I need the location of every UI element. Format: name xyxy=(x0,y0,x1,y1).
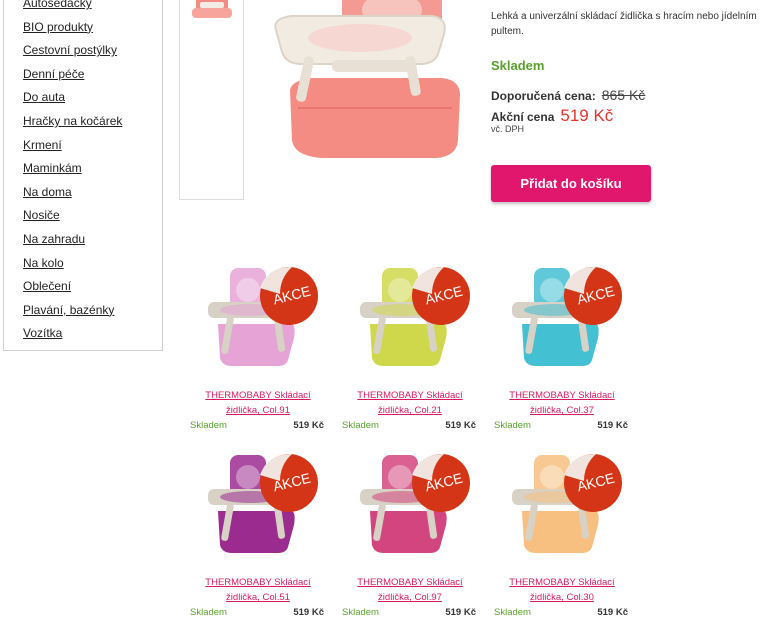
sidebar-item-link[interactable]: Krmení xyxy=(23,138,62,152)
sidebar-item: Cestovní postýlky xyxy=(23,38,162,62)
vat-note: vč. DPH xyxy=(491,124,525,134)
product-card[interactable]: AKCE THERMOBABY Skládací židlička, Col.97… xyxy=(340,445,480,620)
product-card-stock: Skladem xyxy=(494,420,531,431)
stock-status: Skladem xyxy=(491,58,545,73)
sale-price-label: Akční cena xyxy=(491,110,555,124)
sidebar-item: Do auta xyxy=(23,85,162,109)
sidebar-item: BIO produkty xyxy=(23,15,162,39)
sale-badge: AKCE xyxy=(564,266,622,325)
product-thumbnail-strip xyxy=(179,0,244,200)
product-card-title[interactable]: THERMOBABY Skládací židlička, Col.30 xyxy=(492,575,632,605)
product-main-image xyxy=(274,0,460,158)
sidebar-item-link[interactable]: Do auta xyxy=(23,90,65,104)
product-card[interactable]: AKCE THERMOBABY Skládací židlička, Col.21… xyxy=(340,258,480,433)
sidebar-item-link[interactable]: BIO produkty xyxy=(23,20,93,34)
product-thumbnail[interactable] xyxy=(188,0,236,24)
sidebar-item: Na zahradu xyxy=(23,227,162,251)
product-card-image[interactable]: AKCE xyxy=(188,445,328,565)
product-card-title[interactable]: THERMOBABY Skládací židlička, Col.51 xyxy=(188,575,328,605)
sidebar-item: Na doma xyxy=(23,180,162,204)
product-description: Lehká a univerzální skládací židlička s … xyxy=(491,11,757,37)
product-card[interactable]: AKCE THERMOBABY Skládací židlička, Col.91… xyxy=(188,258,328,433)
sidebar-item: Denní péče xyxy=(23,62,162,86)
product-card-image[interactable]: AKCE xyxy=(188,258,328,378)
product-card-price: 519 Kč xyxy=(597,607,628,618)
product-card-title[interactable]: THERMOBABY Skládací židlička, Col.91 xyxy=(188,388,328,418)
sidebar-item: Hračky na kočárek xyxy=(23,109,162,133)
product-card-price: 519 Kč xyxy=(445,607,476,618)
product-card-price: 519 Kč xyxy=(293,420,324,431)
sidebar-item: Vozítka xyxy=(23,321,162,345)
sidebar-item-link[interactable]: Oblečení xyxy=(23,279,71,293)
product-card-stock: Skladem xyxy=(190,420,227,431)
product-card-image[interactable]: AKCE xyxy=(492,445,632,565)
sale-badge: AKCE xyxy=(260,453,318,512)
product-card-stock: Skladem xyxy=(494,607,531,618)
sidebar-item-link[interactable]: Vozítka xyxy=(23,326,62,340)
product-card-price: 519 Kč xyxy=(293,607,324,618)
recommended-price-row: Doporučená cena: 865 Kč xyxy=(491,87,645,103)
product-card-image[interactable]: AKCE xyxy=(492,258,632,378)
product-card-image[interactable]: AKCE xyxy=(340,258,480,378)
category-sidebar: Autosedačky BIO produkty Cestovní postýlky… xyxy=(3,0,163,351)
sidebar-item-link[interactable]: Nosiče xyxy=(23,208,60,222)
sale-price: 519 Kč xyxy=(560,106,614,125)
sale-badge: AKCE xyxy=(412,266,470,325)
sidebar-item-link[interactable]: Hračky na kočárek xyxy=(23,114,122,128)
product-card-stock: Skladem xyxy=(342,607,379,618)
sale-price-row: Akční cena 519 Kč xyxy=(491,106,613,126)
sidebar-item: Krmení xyxy=(23,133,162,157)
sidebar-item-link[interactable]: Na doma xyxy=(23,185,72,199)
recommended-price-label: Doporučená cena: xyxy=(491,89,596,103)
add-to-cart-button[interactable]: Přidat do košíku xyxy=(491,165,651,202)
sale-badge: AKCE xyxy=(564,453,622,512)
sidebar-item-link[interactable]: Denní péče xyxy=(23,67,84,81)
sidebar-item: Oblečení xyxy=(23,274,162,298)
product-card[interactable]: AKCE THERMOBABY Skládací židlička, Col.30… xyxy=(492,445,632,620)
sidebar-item: Na kolo xyxy=(23,251,162,275)
product-card-price: 519 Kč xyxy=(445,420,476,431)
product-card-price: 519 Kč xyxy=(597,420,628,431)
product-card-stock: Skladem xyxy=(190,607,227,618)
sidebar-item-link[interactable]: Autosedačky xyxy=(23,0,92,10)
sale-badge: AKCE xyxy=(412,453,470,512)
product-card-title[interactable]: THERMOBABY Skládací židlička, Col.97 xyxy=(340,575,480,605)
sidebar-item-link[interactable]: Na zahradu xyxy=(23,232,85,246)
product-card[interactable]: AKCE THERMOBABY Skládací židlička, Col.51… xyxy=(188,445,328,620)
recommended-price: 865 Kč xyxy=(601,87,646,103)
product-card-image[interactable]: AKCE xyxy=(340,445,480,565)
sidebar-item-link[interactable]: Plavání, bazénky xyxy=(23,303,114,317)
sidebar-item-link[interactable]: Maminkám xyxy=(23,161,82,175)
product-card[interactable]: AKCE THERMOBABY Skládací židlička, Col.37… xyxy=(492,258,632,433)
sidebar-item: Maminkám xyxy=(23,156,162,180)
sidebar-item-link[interactable]: Cestovní postýlky xyxy=(23,43,117,57)
product-card-stock: Skladem xyxy=(342,420,379,431)
product-card-title[interactable]: THERMOBABY Skládací židlička, Col.37 xyxy=(492,388,632,418)
sidebar-item: Autosedačky xyxy=(23,0,162,15)
sale-badge: AKCE xyxy=(260,266,318,325)
category-list: Autosedačky BIO produkty Cestovní postýlky… xyxy=(4,0,162,345)
product-card-title[interactable]: THERMOBABY Skládací židlička, Col.21 xyxy=(340,388,480,418)
sidebar-item: Plavání, bazénky xyxy=(23,298,162,322)
sidebar-item: Nosiče xyxy=(23,203,162,227)
sidebar-item-link[interactable]: Na kolo xyxy=(23,256,64,270)
